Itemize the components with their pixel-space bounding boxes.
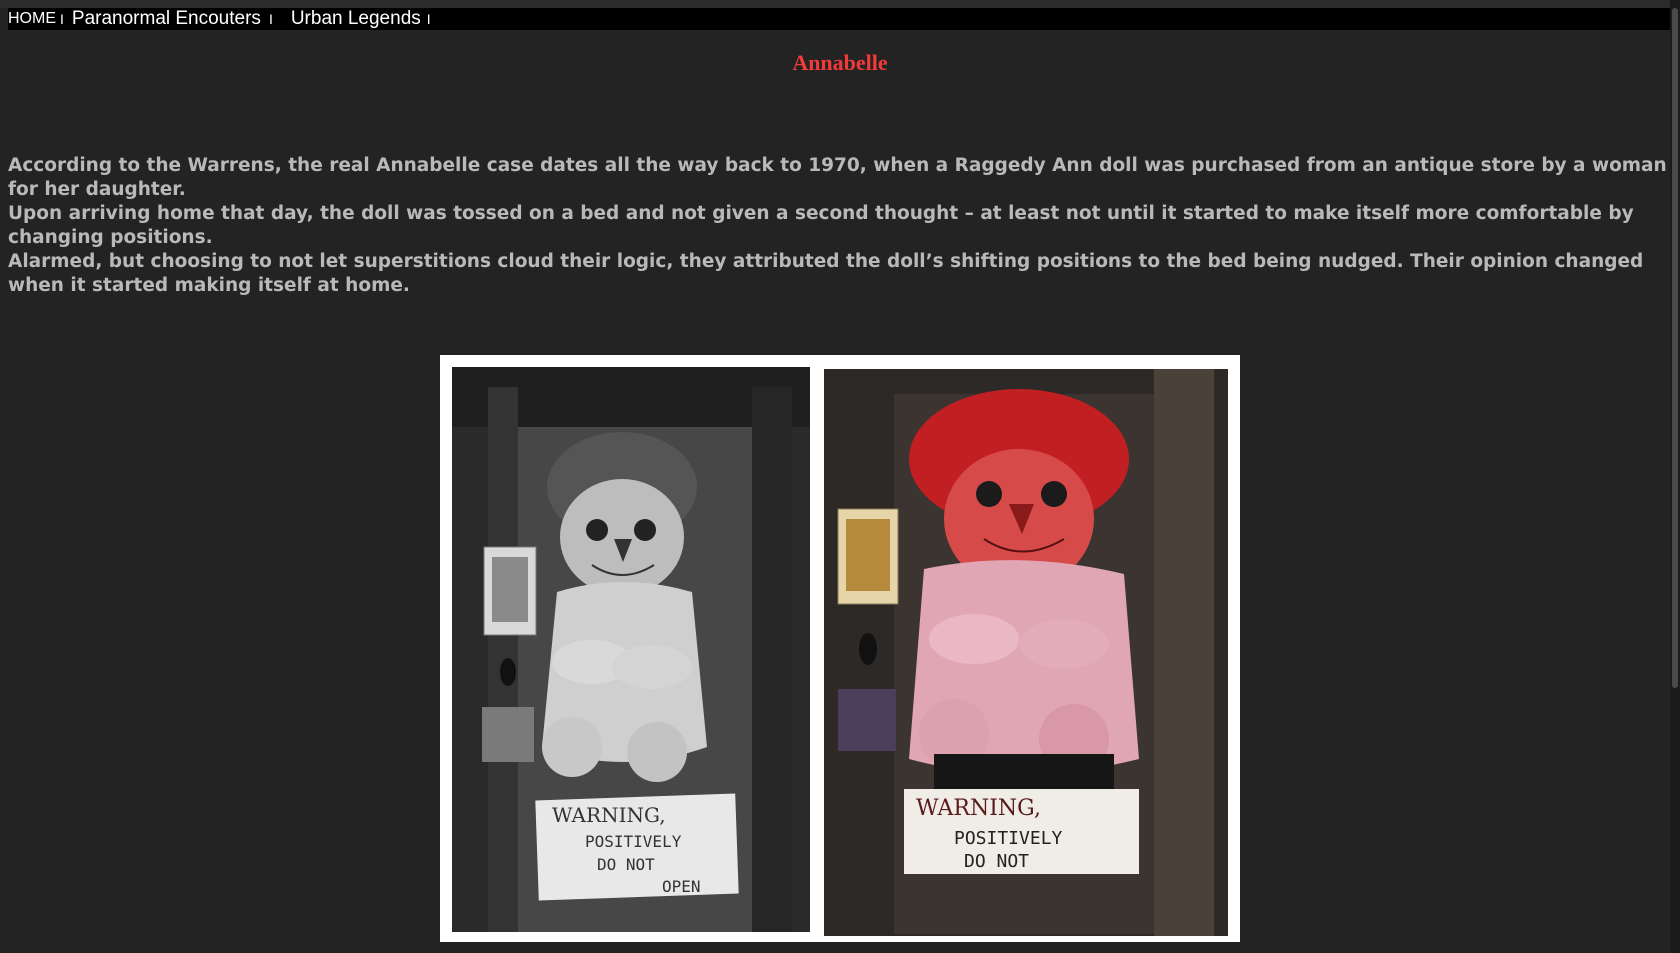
article-paragraph: According to the Warrens, the real Annab… [8,155,1667,200]
vertical-scrollbar[interactable] [1670,0,1680,953]
article-body: According to the Warrens, the real Annab… [8,154,1670,298]
nav-link-urban-legends[interactable]: Urban Legends [291,8,421,30]
article-paragraph: Upon arriving home that day, the doll wa… [8,203,1634,248]
annabelle-color-photo: WARNING, POSITIVELY DO NOT [824,369,1228,936]
scrollbar-thumb[interactable] [1672,8,1678,688]
sign-do-not-text: DO NOT [597,855,655,874]
nav-separator: I [60,11,64,27]
annabelle-photo-frame: WARNING, POSITIVELY DO NOT OPEN WARNING,… [440,355,1240,942]
sign-positively-text: POSITIVELY [954,828,1063,849]
sign-warning-text: WARNING, [916,796,1041,821]
nav-link-paranormal-encounters[interactable]: Paranormal Encouters [72,8,261,30]
sign-positively-text: POSITIVELY [585,832,682,851]
sign-warning-text: WARNING, [552,803,666,827]
nav-separator: I [268,11,273,27]
sign-open-text: OPEN [662,877,701,896]
annabelle-bw-photo: WARNING, POSITIVELY DO NOT OPEN [452,367,810,932]
window-top-edge [0,0,1680,8]
sign-do-not-text: DO NOT [964,851,1029,872]
nav-separator: I [426,11,431,27]
nav-home-link[interactable]: HOME [8,10,56,28]
article-paragraph: Alarmed, but choosing to not let superst… [8,251,1644,296]
top-navigation: HOME I Paranormal Encouters I Urban Lege… [8,8,1672,30]
page-title: Annabelle [792,50,888,75]
